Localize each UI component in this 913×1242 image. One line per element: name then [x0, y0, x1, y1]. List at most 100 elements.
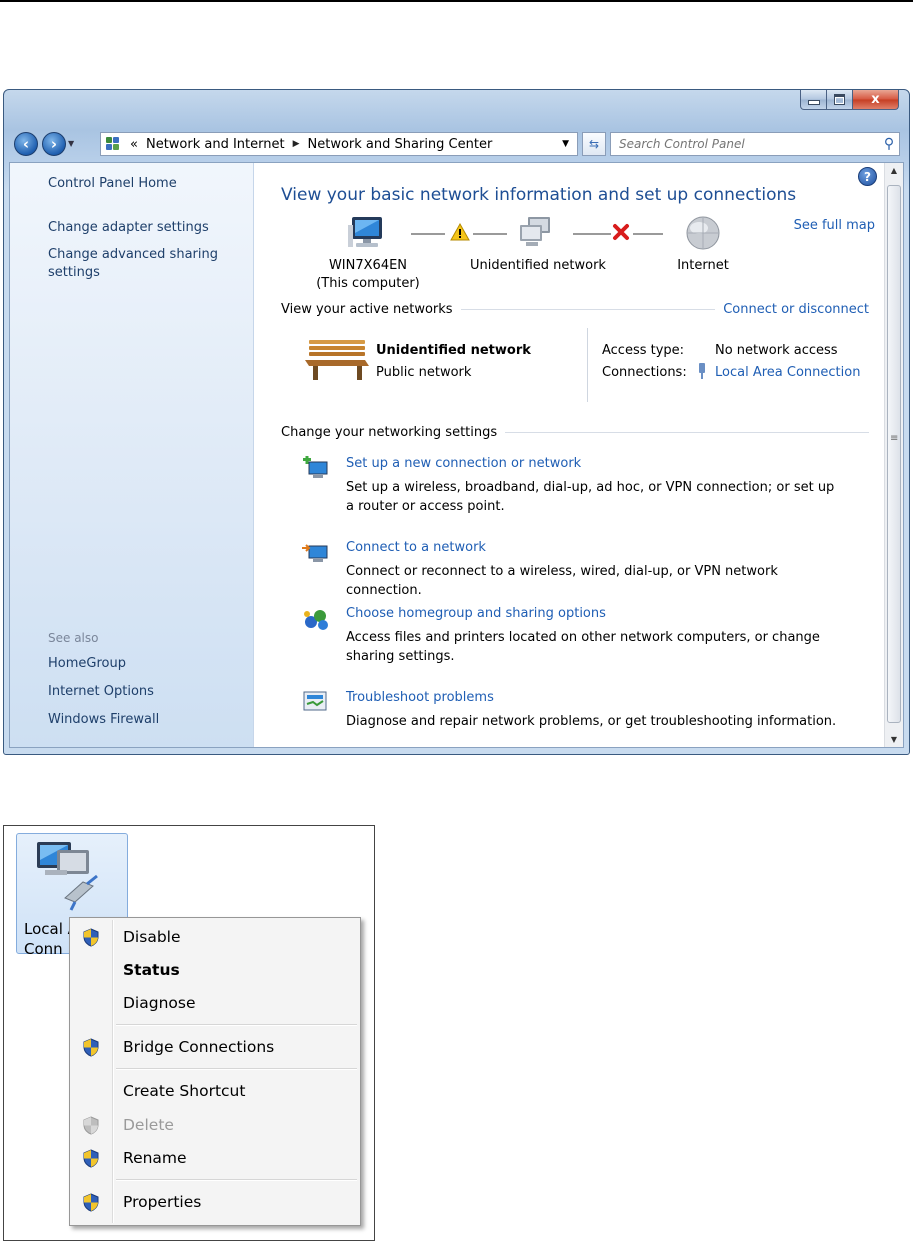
uac-shield-icon [83, 1038, 99, 1057]
refresh-icon: ⇆ [588, 137, 600, 151]
menu-item-create-shortcut[interactable]: Create Shortcut [72, 1076, 358, 1106]
content-area: Control Panel Home Change adapter settin… [9, 162, 904, 748]
minimize-icon [807, 100, 820, 105]
computer-name: WIN7X64EN [328, 258, 408, 273]
minimize-button[interactable] [800, 90, 827, 110]
address-dropdown-icon[interactable]: ▼ [562, 139, 569, 149]
connect-network-icon[interactable] [301, 540, 331, 566]
search-input[interactable] [611, 137, 879, 151]
help-icon[interactable]: ? [858, 167, 877, 186]
control-panel-icon [106, 137, 124, 151]
close-button[interactable]: x [853, 90, 899, 110]
menu-separator [116, 1024, 357, 1026]
connect-or-disconnect-link[interactable]: Connect or disconnect [723, 302, 869, 317]
windows-firewall-link[interactable]: Windows Firewall [48, 711, 159, 729]
section-rule [460, 309, 716, 310]
internet-globe-icon[interactable] [685, 215, 721, 251]
new-connection-icon[interactable] [301, 456, 331, 482]
homegroup-icon[interactable] [301, 606, 331, 632]
homegroup-sharing-desc: Access files and printers located on oth… [346, 630, 820, 664]
menu-separator [116, 1179, 357, 1181]
uac-shield-icon [83, 928, 99, 947]
menu-separator [116, 1068, 357, 1070]
search-icon[interactable]: ⚲ [879, 136, 899, 152]
network-type-link[interactable]: Public network [376, 365, 471, 380]
new-connection-link[interactable]: Set up a new connection or network [346, 456, 581, 471]
menu-item-status[interactable]: Status [72, 955, 358, 985]
troubleshoot-desc: Diagnose and repair network problems, or… [346, 714, 837, 729]
menu-label: Properties [123, 1193, 202, 1211]
menu-label: Rename [123, 1149, 187, 1167]
task-pane: Control Panel Home Change adapter settin… [10, 163, 254, 747]
local-area-connection-link[interactable]: Local Area Connection [715, 365, 860, 380]
active-networks-header: View your active networks Connect or dis… [281, 302, 869, 317]
warning-icon[interactable] [450, 223, 470, 241]
public-network-bench-icon[interactable] [305, 338, 369, 382]
breadcrumb-network-sharing-center[interactable]: Network and Sharing Center [308, 137, 493, 152]
breadcrumb-chevron-icon[interactable]: ▶ [293, 139, 300, 149]
page-top-rule [0, 0, 913, 2]
address-bar[interactable]: « Network and Internet ▶ Network and Sha… [100, 132, 578, 156]
scroll-down-icon[interactable]: ▼ [885, 735, 903, 744]
context-menu: Disable Status Diagnose Bridge Connectio… [69, 917, 361, 1226]
change-adapter-settings-link[interactable]: Change adapter settings [48, 219, 209, 237]
connections-label: Connections: [602, 365, 687, 380]
refresh-button[interactable]: ⇆ [582, 132, 606, 156]
connect-network-desc: Connect or reconnect to a wireless, wire… [346, 564, 778, 598]
menu-label: Disable [123, 928, 181, 946]
internet-options-link[interactable]: Internet Options [48, 683, 154, 701]
menu-label: Delete [123, 1116, 174, 1134]
back-arrow-icon: ‹ [22, 135, 30, 153]
control-panel-home-link[interactable]: Control Panel Home [48, 175, 177, 193]
network-icon[interactable] [518, 215, 556, 251]
menu-item-properties[interactable]: Properties [72, 1187, 358, 1217]
recent-pages-dropdown[interactable]: ▼ [68, 139, 74, 148]
adapter-context-menu-screenshot: Local A Conn Disable Status Diagnose Bri… [3, 825, 375, 1241]
menu-label: Status [123, 961, 180, 979]
internet-map-label: Internet [677, 258, 729, 273]
scrollbar-thumb[interactable] [887, 185, 901, 723]
map-connector [411, 233, 445, 235]
menu-item-disable[interactable]: Disable [72, 922, 358, 952]
vertical-scrollbar[interactable]: ▲ ≡ ▼ [884, 163, 903, 747]
menu-item-rename[interactable]: Rename [72, 1143, 358, 1173]
change-settings-header: Change your networking settings [281, 425, 869, 440]
map-connector [473, 233, 507, 235]
close-icon: x [871, 92, 880, 107]
scroll-up-icon[interactable]: ▲ [885, 166, 903, 175]
see-full-map-link[interactable]: See full map [794, 218, 875, 233]
search-box[interactable]: ⚲ [610, 132, 900, 156]
change-advanced-sharing-link[interactable]: Change advanced sharing settings [48, 246, 218, 282]
change-advanced-sharing-line1: Change advanced sharing [48, 247, 218, 262]
map-connector [633, 233, 663, 235]
network-name: Unidentified network [376, 343, 531, 358]
maximize-button[interactable] [827, 90, 853, 110]
menu-item-bridge-connections[interactable]: Bridge Connections [72, 1032, 358, 1062]
window-controls: x [800, 90, 899, 111]
computer-icon[interactable] [348, 215, 388, 251]
uac-shield-disabled-icon [83, 1116, 99, 1135]
network-sharing-center-window: x ‹ › ▼ « Network and Internet ▶ Network… [3, 89, 910, 755]
breadcrumb-network-internet[interactable]: Network and Internet [146, 137, 285, 152]
menu-label: Create Shortcut [123, 1082, 246, 1100]
troubleshoot-link[interactable]: Troubleshoot problems [346, 690, 494, 705]
menu-item-diagnose[interactable]: Diagnose [72, 988, 358, 1018]
access-type-label: Access type: [602, 343, 685, 358]
connect-network-link[interactable]: Connect to a network [346, 540, 486, 555]
active-networks-label: View your active networks [281, 302, 453, 317]
disconnected-x-icon[interactable] [612, 223, 630, 241]
change-advanced-sharing-line2: settings [48, 265, 100, 280]
breadcrumb-overflow[interactable]: « [130, 137, 138, 152]
homegroup-sharing-link[interactable]: Choose homegroup and sharing options [346, 606, 606, 621]
troubleshoot-icon[interactable] [301, 690, 331, 716]
navigation-bar: ‹ › ▼ « Network and Internet ▶ Network a… [12, 130, 902, 158]
back-button[interactable]: ‹ [14, 132, 38, 156]
forward-button[interactable]: › [42, 132, 66, 156]
main-pane: ? View your basic network information an… [253, 163, 885, 747]
change-settings-label: Change your networking settings [281, 425, 498, 440]
menu-label: Diagnose [123, 994, 196, 1012]
access-type-value: No network access [715, 343, 838, 358]
uac-shield-icon [83, 1193, 99, 1212]
homegroup-link[interactable]: HomeGroup [48, 655, 126, 673]
menu-label: Bridge Connections [123, 1038, 275, 1056]
